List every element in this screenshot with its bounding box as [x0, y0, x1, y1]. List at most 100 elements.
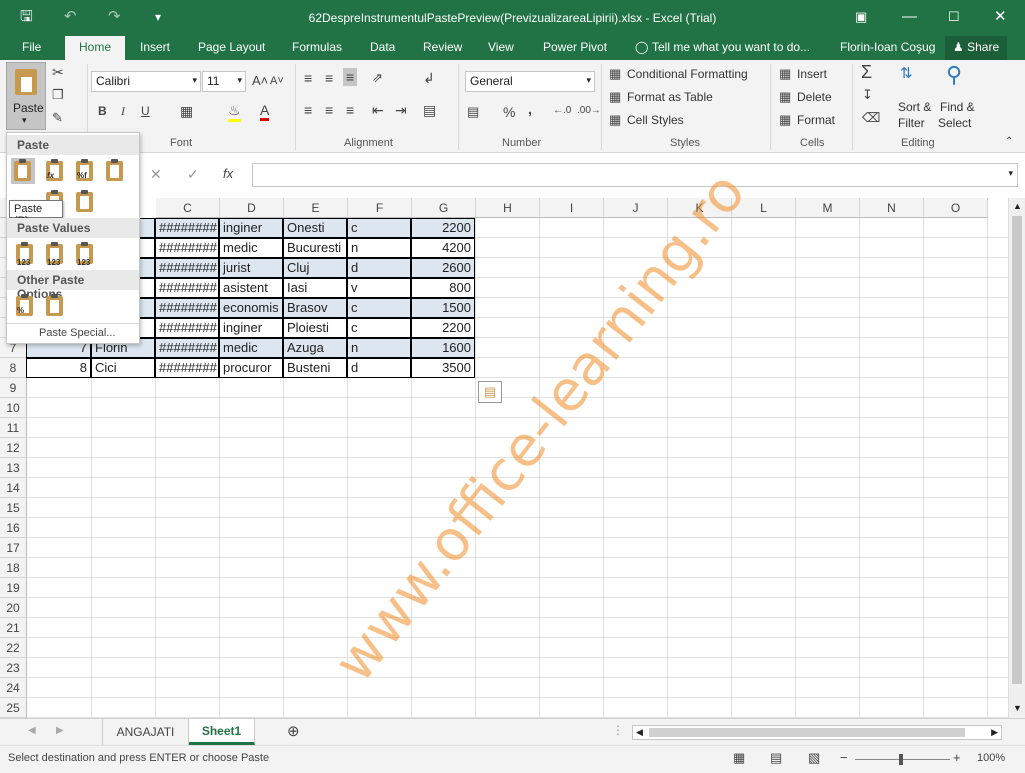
collapse-ribbon-icon[interactable]: ⌃ [1005, 136, 1013, 147]
merge-center-icon[interactable]: ▤ [423, 102, 436, 119]
table-cell[interactable]: n [347, 238, 411, 258]
table-cell[interactable]: Brasov [283, 298, 347, 318]
paste-button[interactable]: Paste ▾ [6, 62, 46, 130]
insert-button[interactable]: Insert [797, 67, 827, 81]
accounting-format-icon[interactable]: ▤ [467, 104, 479, 120]
column-header-l[interactable]: L [732, 198, 796, 218]
table-cell[interactable]: Cluj [283, 258, 347, 278]
increase-font-size-icon[interactable]: A˄ [252, 73, 268, 88]
table-cell[interactable]: Busteni [283, 358, 347, 378]
row-header[interactable]: 23 [0, 658, 27, 678]
delete-button[interactable]: Delete [797, 90, 832, 104]
fill-icon[interactable]: ↧ [862, 87, 873, 103]
row-header[interactable]: 24 [0, 678, 27, 698]
table-cell[interactable]: ######## [155, 338, 219, 358]
table-cell[interactable]: inginer [219, 218, 283, 238]
row-header[interactable]: 25 [0, 698, 27, 718]
bold-icon[interactable]: B [98, 104, 107, 118]
tab-review[interactable]: Review [423, 40, 462, 54]
tab-insert[interactable]: Insert [140, 40, 170, 54]
italic-icon[interactable]: I [121, 104, 125, 119]
row-header[interactable]: 14 [0, 478, 27, 498]
table-cell[interactable]: 2200 [411, 218, 475, 238]
sort-filter-button-line1[interactable]: Sort & [898, 100, 931, 114]
paste-option-formulas-number-format-icon[interactable]: %f [73, 158, 97, 184]
fill-color-icon[interactable]: ♨ [228, 102, 241, 122]
column-header-h[interactable]: H [476, 198, 540, 218]
zoom-out-icon[interactable]: − [840, 750, 848, 765]
column-header-g[interactable]: G [412, 198, 476, 218]
table-cell[interactable]: Iasi [283, 278, 347, 298]
user-name[interactable]: Florin-Ioan Coşug [840, 40, 935, 54]
table-cell[interactable]: ######## [155, 298, 219, 318]
increase-decimal-icon[interactable]: ←.0 [553, 105, 571, 116]
vertical-scrollbar[interactable]: ▲ ▼ [1008, 198, 1025, 718]
tab-formulas[interactable]: Formulas [292, 40, 342, 54]
row-header[interactable]: 8 [0, 358, 27, 378]
table-cell[interactable]: c [347, 318, 411, 338]
sort-filter-button-line2[interactable]: Filter [898, 116, 925, 130]
align-middle-icon[interactable]: ≡ [325, 70, 333, 86]
scroll-thumb[interactable] [1012, 216, 1022, 684]
paste-option-keep-source-formatting-icon[interactable] [103, 158, 127, 184]
row-header[interactable]: 10 [0, 398, 27, 418]
conditional-formatting-button[interactable]: Conditional Formatting [627, 67, 748, 81]
autosum-icon[interactable]: Σ [861, 62, 872, 83]
number-format-select[interactable]: General ▾ [465, 71, 595, 92]
scroll-left-icon[interactable]: ◀ [636, 727, 643, 738]
tell-me-search[interactable]: Tell me what you want to do... [652, 40, 810, 54]
table-cell[interactable]: medic [219, 238, 283, 258]
add-sheet-icon[interactable]: ⊕ [287, 722, 300, 740]
increase-indent-icon[interactable]: ⇥ [395, 102, 407, 119]
paste-picture-icon[interactable] [43, 293, 67, 319]
normal-view-icon[interactable]: ▦ [733, 750, 745, 766]
find-select-button-line1[interactable]: Find & [940, 100, 975, 114]
ribbon-display-options-icon[interactable]: ▣ [855, 8, 867, 26]
cut-icon[interactable]: ✂ [52, 64, 64, 81]
font-color-icon[interactable]: A [260, 102, 270, 121]
column-header-j[interactable]: J [604, 198, 668, 218]
paste-values-number-format-icon[interactable]: 123 [43, 241, 67, 267]
table-cell[interactable]: Ploiesti [283, 318, 347, 338]
scroll-up-icon[interactable]: ▲ [1013, 201, 1022, 211]
enter-icon[interactable]: ✓ [187, 166, 199, 183]
font-name-select[interactable]: Calibri ▾ [91, 71, 201, 92]
align-left-icon[interactable]: ≡ [304, 102, 312, 118]
tab-view[interactable]: View [488, 40, 514, 54]
table-cell[interactable]: 1500 [411, 298, 475, 318]
table-cell[interactable]: ######## [155, 238, 219, 258]
table-cell[interactable]: c [347, 298, 411, 318]
scroll-thumb[interactable] [649, 728, 965, 737]
minimize-icon[interactable]: — [902, 8, 917, 26]
table-cell[interactable]: asistent [219, 278, 283, 298]
row-header[interactable]: 19 [0, 578, 27, 598]
table-cell[interactable]: ######## [155, 218, 219, 238]
table-cell[interactable]: 1600 [411, 338, 475, 358]
paste-values-source-format-icon[interactable]: 123 [73, 241, 97, 267]
table-cell[interactable]: ######## [155, 258, 219, 278]
row-header[interactable]: 22 [0, 638, 27, 658]
row-header[interactable]: 21 [0, 618, 27, 638]
align-top-icon[interactable]: ≡ [304, 70, 312, 86]
worksheet-grid[interactable]: CDEFGHIJKLMNO 7 8 9 10 11 12 13 14 15 16 17 18 19 20 2… [0, 198, 1025, 718]
row-header[interactable]: 20 [0, 598, 27, 618]
table-cell[interactable]: 2200 [411, 318, 475, 338]
table-cell[interactable]: jurist [219, 258, 283, 278]
column-header-d[interactable]: D [220, 198, 284, 218]
row-header[interactable]: 11 [0, 418, 27, 438]
table-cell[interactable]: inginer [219, 318, 283, 338]
table-cell[interactable]: Azuga [283, 338, 347, 358]
clear-icon[interactable]: ⌫ [862, 110, 880, 126]
zoom-level[interactable]: 100% [977, 752, 1005, 764]
sheet-tab-angajati[interactable]: ANGAJATI [102, 719, 189, 745]
close-icon[interactable]: ✕ [994, 8, 1007, 26]
table-cell[interactable]: n [347, 338, 411, 358]
paste-values-icon[interactable]: 123 [13, 241, 37, 267]
page-layout-view-icon[interactable]: ▤ [770, 750, 782, 766]
table-cell[interactable]: 800 [411, 278, 475, 298]
scroll-right-icon[interactable]: ▶ [991, 727, 998, 738]
table-cell[interactable]: ######## [155, 318, 219, 338]
previous-sheet-icon[interactable]: ◀ [28, 725, 36, 736]
column-header-i[interactable]: I [540, 198, 604, 218]
next-sheet-icon[interactable]: ▶ [56, 725, 64, 736]
